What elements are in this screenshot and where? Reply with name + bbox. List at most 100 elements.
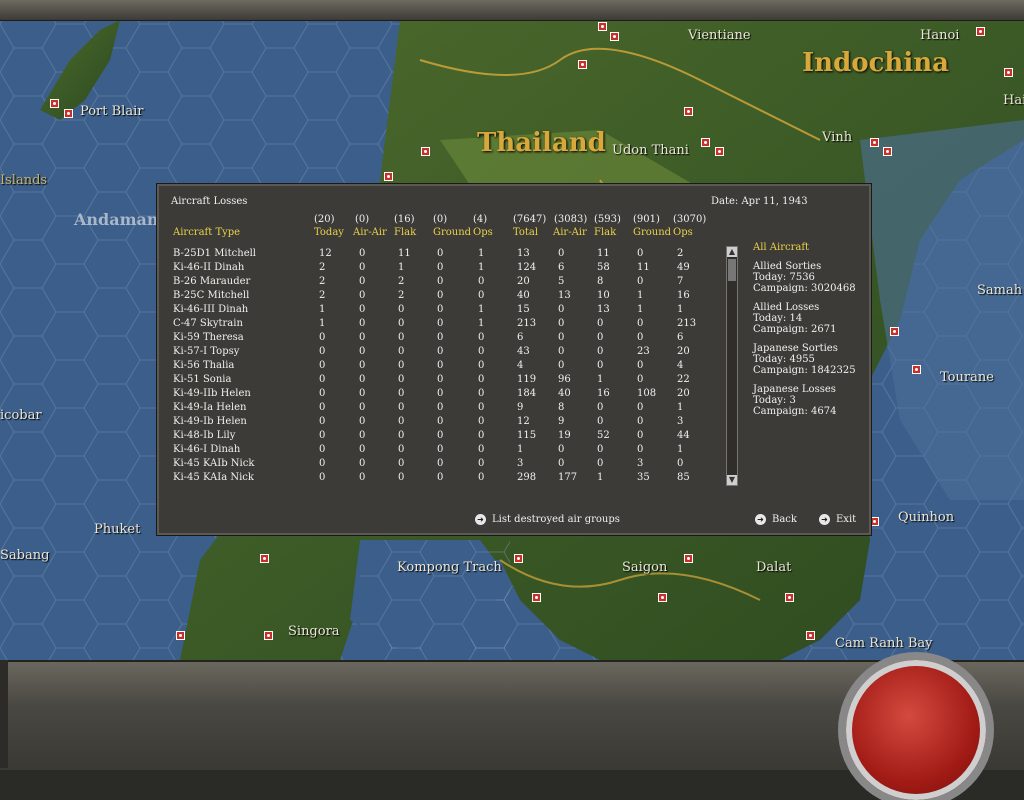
table-row[interactable]: Ki-56 Thalia 0 0 0 0 0 4 0 0 0 4 — [159, 359, 719, 373]
value-cell: 0 — [437, 346, 444, 357]
unit-marker-icon[interactable] — [598, 22, 607, 31]
unit-marker-icon[interactable] — [806, 631, 815, 640]
unit-marker-icon[interactable] — [890, 327, 899, 336]
table-row[interactable]: Ki-57-I Topsy 0 0 0 0 0 43 0 0 23 20 — [159, 345, 719, 359]
value-cell: 0 — [319, 402, 326, 413]
value-cell: 10 — [597, 290, 610, 301]
unit-marker-icon[interactable] — [264, 631, 273, 640]
unit-marker-icon[interactable] — [64, 109, 73, 118]
value-cell: 6 — [517, 332, 524, 343]
value-cell: 0 — [319, 472, 326, 483]
value-cell: 13 — [517, 248, 530, 259]
table-row[interactable]: Ki-49-Ib Helen 0 0 0 0 0 12 9 0 0 3 — [159, 415, 719, 429]
total-flak: (16) — [394, 214, 415, 225]
aircraft-type-cell: Ki-57-I Topsy — [173, 346, 240, 357]
value-cell: 3 — [517, 458, 524, 469]
unit-marker-icon[interactable] — [1004, 68, 1013, 77]
aircraft-type-cell: Ki-49-Ia Helen — [173, 402, 247, 413]
unit-marker-icon[interactable] — [684, 554, 693, 563]
campaign-ground: (901) — [633, 214, 660, 225]
value-cell: 0 — [597, 332, 604, 343]
table-row[interactable]: Ki-45 KAIb Nick 0 0 0 0 0 3 0 0 3 0 — [159, 457, 719, 471]
list-destroyed-air-groups-button[interactable]: ➜ List destroyed air groups — [475, 514, 620, 525]
unit-marker-icon[interactable] — [50, 99, 59, 108]
unit-marker-icon[interactable] — [785, 593, 794, 602]
value-cell: 213 — [677, 318, 697, 329]
end-turn-button[interactable] — [846, 660, 986, 800]
unit-marker-icon[interactable] — [976, 27, 985, 36]
table-row[interactable]: B-25C Mitchell 2 0 2 0 0 40 13 10 1 16 — [159, 289, 719, 303]
all-aircraft-filter[interactable]: All Aircraft — [753, 242, 863, 253]
header-flak-campaign[interactable]: Flak — [594, 227, 616, 238]
unit-marker-icon[interactable] — [715, 147, 724, 156]
table-row[interactable]: Ki-48-Ib Lily 0 0 0 0 0 115 19 52 0 44 — [159, 429, 719, 443]
unit-marker-icon[interactable] — [176, 631, 185, 640]
table-row[interactable]: Ki-46-II Dinah 2 0 1 0 1 124 6 58 11 49 — [159, 261, 719, 275]
value-cell: 0 — [359, 388, 366, 399]
exit-button[interactable]: ➜ Exit — [819, 514, 856, 525]
arrow-right-icon: ➜ — [475, 514, 486, 525]
table-row[interactable]: Ki-59 Theresa 0 0 0 0 0 6 0 0 0 6 — [159, 331, 719, 345]
value-cell: 85 — [677, 472, 690, 483]
aircraft-type-cell: Ki-56 Thalia — [173, 360, 235, 371]
map-label-cam-ranh-bay: Cam Ranh Bay — [835, 636, 933, 651]
table-row[interactable]: B-26 Marauder 2 0 2 0 0 20 5 8 0 7 — [159, 275, 719, 289]
table-row[interactable]: Ki-46-I Dinah 0 0 0 0 0 1 0 0 0 1 — [159, 443, 719, 457]
value-cell: 0 — [637, 318, 644, 329]
table-scrollbar[interactable]: ▲ ▼ — [726, 246, 738, 486]
table-row[interactable]: Ki-49-Ia Helen 0 0 0 0 0 9 8 0 0 1 — [159, 401, 719, 415]
unit-marker-icon[interactable] — [260, 554, 269, 563]
scroll-up-icon[interactable]: ▲ — [727, 247, 737, 257]
value-cell: 20 — [677, 388, 690, 399]
header-flak[interactable]: Flak — [394, 227, 416, 238]
allied-losses-label: Allied Losses — [753, 302, 820, 313]
header-air-air[interactable]: Air-Air — [353, 227, 387, 238]
header-ground-campaign[interactable]: Ground — [633, 227, 671, 238]
unit-marker-icon[interactable] — [883, 147, 892, 156]
top-bar — [0, 0, 1024, 21]
value-cell: 0 — [558, 332, 565, 343]
unit-marker-icon[interactable] — [610, 32, 619, 41]
back-button[interactable]: ➜ Back — [755, 514, 797, 525]
unit-marker-icon[interactable] — [532, 593, 541, 602]
value-cell: 44 — [677, 430, 690, 441]
header-ops-campaign[interactable]: Ops — [673, 227, 693, 238]
unit-marker-icon[interactable] — [701, 138, 710, 147]
table-row[interactable]: C-47 Skytrain 1 0 0 0 1 213 0 0 0 213 — [159, 317, 719, 331]
value-cell: 0 — [398, 416, 405, 427]
unit-marker-icon[interactable] — [421, 147, 430, 156]
unit-marker-icon[interactable] — [658, 593, 667, 602]
header-aircraft-type[interactable]: Aircraft Type — [173, 227, 240, 238]
unit-marker-icon[interactable] — [384, 172, 393, 181]
allied-losses: Allied Losses Today: 14 Campaign: 2671 — [753, 302, 863, 335]
unit-marker-icon[interactable] — [684, 107, 693, 116]
header-total[interactable]: Total — [513, 227, 538, 238]
unit-marker-icon[interactable] — [870, 138, 879, 147]
value-cell: 3 — [637, 458, 644, 469]
value-cell: 0 — [637, 402, 644, 413]
map-label-dalat: Dalat — [756, 560, 792, 575]
table-row[interactable]: Ki-45 KAIa Nick 0 0 0 0 0 298 177 1 35 85 — [159, 471, 719, 485]
header-ops[interactable]: Ops — [473, 227, 493, 238]
japanese-sorties-label: Japanese Sorties — [753, 343, 838, 354]
unit-marker-icon[interactable] — [912, 365, 921, 374]
table-row[interactable]: Ki-51 Sonia 0 0 0 0 0 119 96 1 0 22 — [159, 373, 719, 387]
header-air-air-campaign[interactable]: Air-Air — [553, 227, 587, 238]
value-cell: 177 — [558, 472, 578, 483]
scroll-thumb[interactable] — [728, 259, 736, 281]
table-row[interactable]: Ki-46-III Dinah 1 0 0 0 1 15 0 13 1 1 — [159, 303, 719, 317]
unit-marker-icon[interactable] — [870, 517, 879, 526]
header-today[interactable]: Today — [314, 227, 344, 238]
table-row[interactable]: B-25D1 Mitchell 12 0 11 0 1 13 0 11 0 2 — [159, 247, 719, 261]
total-air-air: (0) — [355, 214, 370, 225]
value-cell: 1 — [597, 374, 604, 385]
back-label: Back — [772, 514, 797, 525]
value-cell: 0 — [478, 332, 485, 343]
table-row[interactable]: Ki-49-IIb Helen 0 0 0 0 0 184 40 16 108 20 — [159, 387, 719, 401]
value-cell: 0 — [398, 332, 405, 343]
value-cell: 0 — [478, 458, 485, 469]
scroll-down-icon[interactable]: ▼ — [727, 475, 737, 485]
unit-marker-icon[interactable] — [578, 60, 587, 69]
header-ground[interactable]: Ground — [433, 227, 471, 238]
unit-marker-icon[interactable] — [514, 554, 523, 563]
